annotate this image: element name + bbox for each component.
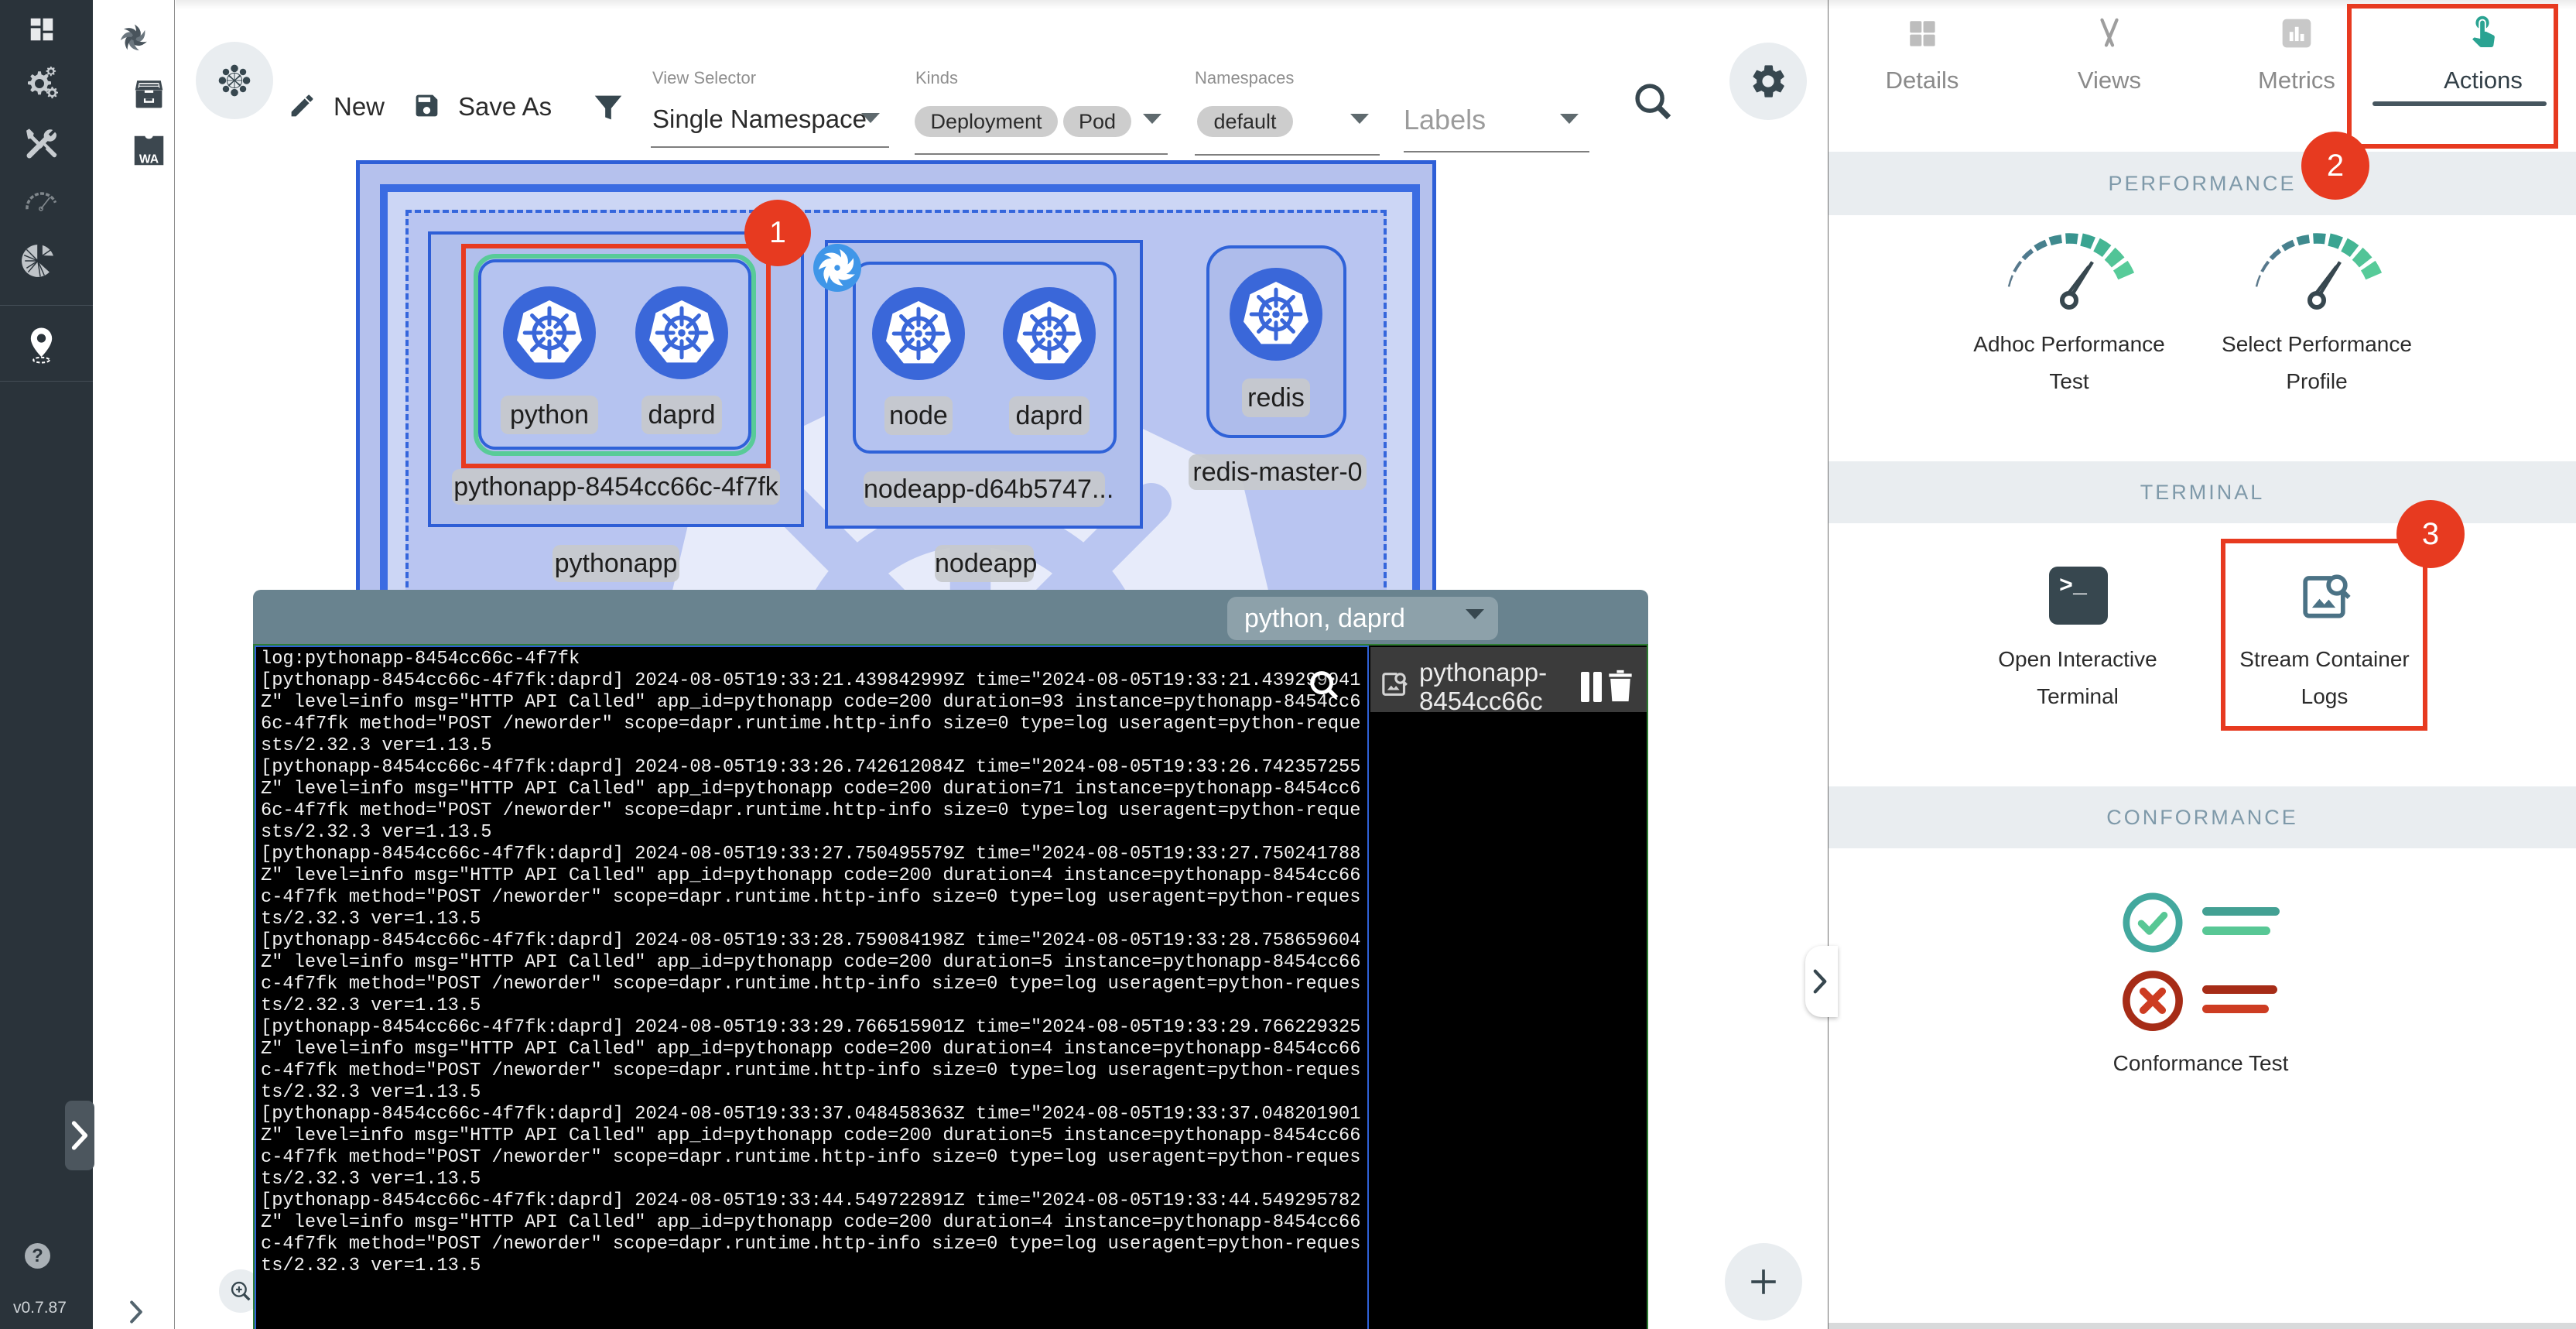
svg-text:WA: WA xyxy=(139,152,159,166)
